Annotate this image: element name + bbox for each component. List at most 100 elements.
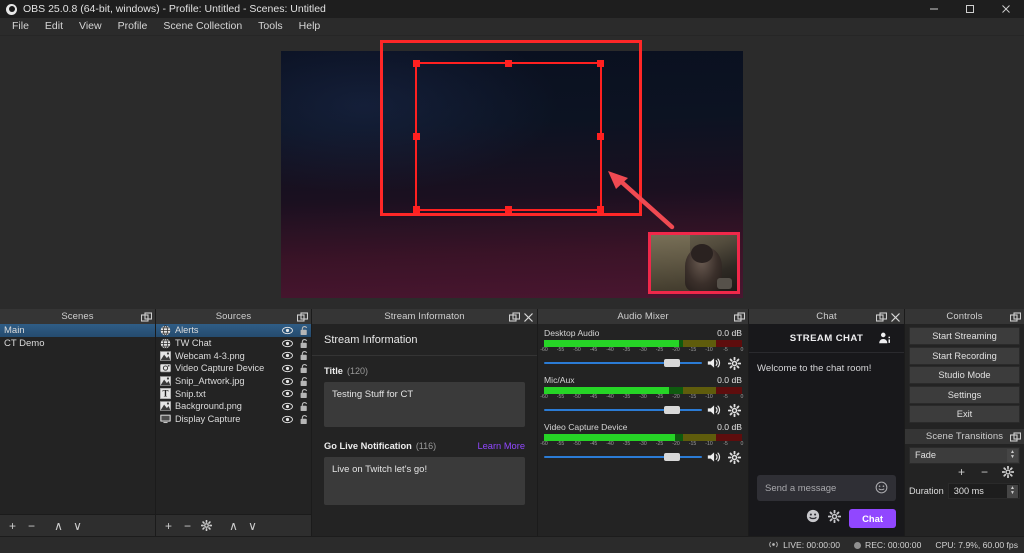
move-scene-down-button[interactable]: ∨ bbox=[69, 517, 86, 534]
volume-knob[interactable] bbox=[663, 359, 680, 367]
menu-view[interactable]: View bbox=[71, 18, 110, 35]
start-recording-button[interactable]: Start Recording bbox=[909, 346, 1020, 365]
menu-help[interactable]: Help bbox=[291, 18, 329, 35]
resize-handle-top-left[interactable] bbox=[413, 60, 420, 67]
scene-item-main[interactable]: Main bbox=[0, 324, 155, 337]
menu-profile[interactable]: Profile bbox=[110, 18, 156, 35]
lock-open-icon[interactable] bbox=[297, 338, 311, 349]
preview-area[interactable] bbox=[0, 36, 1024, 309]
title-input[interactable]: Testing Stuff for CT bbox=[324, 382, 525, 427]
send-chat-button[interactable]: Chat bbox=[849, 509, 896, 528]
resize-handle-bottom-left[interactable] bbox=[413, 206, 420, 213]
webcam-pip[interactable] bbox=[648, 232, 740, 294]
mute-speaker-icon[interactable] bbox=[706, 357, 723, 370]
viewer-list-icon[interactable] bbox=[878, 331, 892, 350]
chat-settings-gear-icon[interactable] bbox=[827, 509, 842, 528]
lock-open-icon[interactable] bbox=[297, 363, 311, 374]
source-selection-box[interactable] bbox=[413, 60, 604, 213]
source-properties-button[interactable] bbox=[198, 517, 215, 534]
volume-slider[interactable] bbox=[544, 452, 702, 462]
notification-input[interactable]: Live on Twitch let's go! bbox=[324, 457, 525, 505]
settings-button[interactable]: Settings bbox=[909, 385, 1020, 404]
duration-input[interactable]: 300 ms ▲ ▼ bbox=[947, 482, 1020, 499]
lock-open-icon[interactable] bbox=[297, 414, 311, 425]
audio-level-meter bbox=[544, 387, 742, 394]
lock-open-icon[interactable] bbox=[297, 350, 311, 361]
maximize-icon[interactable] bbox=[952, 0, 988, 18]
resize-handle-top-center[interactable] bbox=[505, 60, 512, 67]
transition-properties-button[interactable] bbox=[999, 464, 1016, 481]
lock-open-icon[interactable] bbox=[297, 325, 311, 336]
emote-picker-icon[interactable] bbox=[806, 509, 820, 528]
source-item[interactable]: T Snip.txt bbox=[156, 387, 311, 400]
visibility-eye-icon[interactable] bbox=[278, 402, 297, 411]
transition-select[interactable]: Fade ▲ ▼ bbox=[909, 446, 1020, 464]
lock-open-icon[interactable] bbox=[297, 388, 311, 399]
preview-canvas[interactable] bbox=[281, 51, 743, 298]
visibility-eye-icon[interactable] bbox=[278, 377, 297, 386]
meter-scale: -60 -55 -50 -45 -40 -35 -30 -25 -20 -15 -10 -5 0 bbox=[540, 441, 743, 448]
source-item[interactable]: Display Capture bbox=[156, 413, 311, 426]
add-scene-button[interactable]: + bbox=[4, 517, 21, 534]
visibility-eye-icon[interactable] bbox=[278, 339, 297, 348]
visibility-eye-icon[interactable] bbox=[278, 364, 297, 373]
add-transition-button[interactable]: + bbox=[953, 464, 970, 481]
add-source-button[interactable]: + bbox=[160, 517, 177, 534]
source-item[interactable]: TW Chat bbox=[156, 337, 311, 350]
menu-file[interactable]: File bbox=[4, 18, 37, 35]
emoji-icon[interactable] bbox=[875, 481, 888, 497]
studio-mode-button[interactable]: Studio Mode bbox=[909, 366, 1020, 384]
audio-settings-gear-icon[interactable] bbox=[727, 450, 742, 464]
scene-item-ct-demo[interactable]: CT Demo bbox=[0, 337, 155, 350]
source-item[interactable]: Background.png bbox=[156, 400, 311, 413]
sources-list[interactable]: Alerts TW Chat Webcam 4-3.png Video Capture… bbox=[156, 324, 311, 514]
source-item[interactable]: Snip_Artwork.jpg bbox=[156, 375, 311, 388]
lock-open-icon[interactable] bbox=[297, 376, 311, 387]
resize-handle-middle-left[interactable] bbox=[413, 133, 420, 140]
undock-icon[interactable] bbox=[1009, 310, 1022, 328]
visibility-eye-icon[interactable] bbox=[278, 389, 297, 398]
move-scene-up-button[interactable]: ∧ bbox=[50, 517, 67, 534]
chat-message-input[interactable]: Send a message bbox=[757, 475, 896, 501]
resize-handle-bottom-center[interactable] bbox=[505, 206, 512, 213]
audio-settings-gear-icon[interactable] bbox=[727, 403, 742, 417]
move-source-up-button[interactable]: ∧ bbox=[225, 517, 242, 534]
mute-speaker-icon[interactable] bbox=[706, 404, 723, 417]
volume-slider[interactable] bbox=[544, 405, 702, 415]
learn-more-link[interactable]: Learn More bbox=[477, 441, 525, 451]
remove-source-button[interactable]: − bbox=[179, 517, 196, 534]
scenes-list[interactable]: Main CT Demo bbox=[0, 324, 155, 514]
audio-settings-gear-icon[interactable] bbox=[727, 356, 742, 370]
move-source-down-button[interactable]: ∨ bbox=[244, 517, 261, 534]
mute-speaker-icon[interactable] bbox=[706, 451, 723, 464]
browser-icon bbox=[159, 337, 171, 349]
menu-edit[interactable]: Edit bbox=[37, 18, 71, 35]
volume-knob[interactable] bbox=[663, 453, 680, 461]
duration-spinner[interactable]: ▲ ▼ bbox=[1007, 484, 1018, 498]
exit-button[interactable]: Exit bbox=[909, 405, 1020, 423]
remove-transition-button[interactable]: − bbox=[976, 464, 993, 481]
volume-slider[interactable] bbox=[544, 358, 702, 368]
visibility-eye-icon[interactable] bbox=[278, 326, 297, 335]
meter-tick-label: -25 bbox=[655, 347, 664, 353]
source-item[interactable]: Webcam 4-3.png bbox=[156, 349, 311, 362]
volume-knob[interactable] bbox=[663, 406, 680, 414]
start-streaming-button[interactable]: Start Streaming bbox=[909, 327, 1020, 345]
scenes-toolbar: + − ∧ ∨ bbox=[0, 514, 155, 536]
lock-open-icon[interactable] bbox=[297, 401, 311, 412]
resize-handle-top-right[interactable] bbox=[597, 60, 604, 67]
resize-handle-bottom-right[interactable] bbox=[597, 206, 604, 213]
resize-handle-middle-right[interactable] bbox=[597, 133, 604, 140]
rec-status: REC: 00:00:00 bbox=[853, 540, 921, 550]
visibility-eye-icon[interactable] bbox=[278, 351, 297, 360]
visibility-eye-icon[interactable] bbox=[278, 415, 297, 424]
close-icon[interactable] bbox=[988, 0, 1024, 18]
source-item[interactable]: Alerts bbox=[156, 324, 311, 337]
minimize-icon[interactable] bbox=[916, 0, 952, 18]
transition-spinner[interactable]: ▲ ▼ bbox=[1007, 448, 1018, 462]
menu-tools[interactable]: Tools bbox=[250, 18, 291, 35]
source-item[interactable]: Video Capture Device bbox=[156, 362, 311, 375]
undock-icon[interactable] bbox=[1009, 430, 1022, 448]
remove-scene-button[interactable]: − bbox=[23, 517, 40, 534]
menu-scene-collection[interactable]: Scene Collection bbox=[155, 18, 250, 35]
